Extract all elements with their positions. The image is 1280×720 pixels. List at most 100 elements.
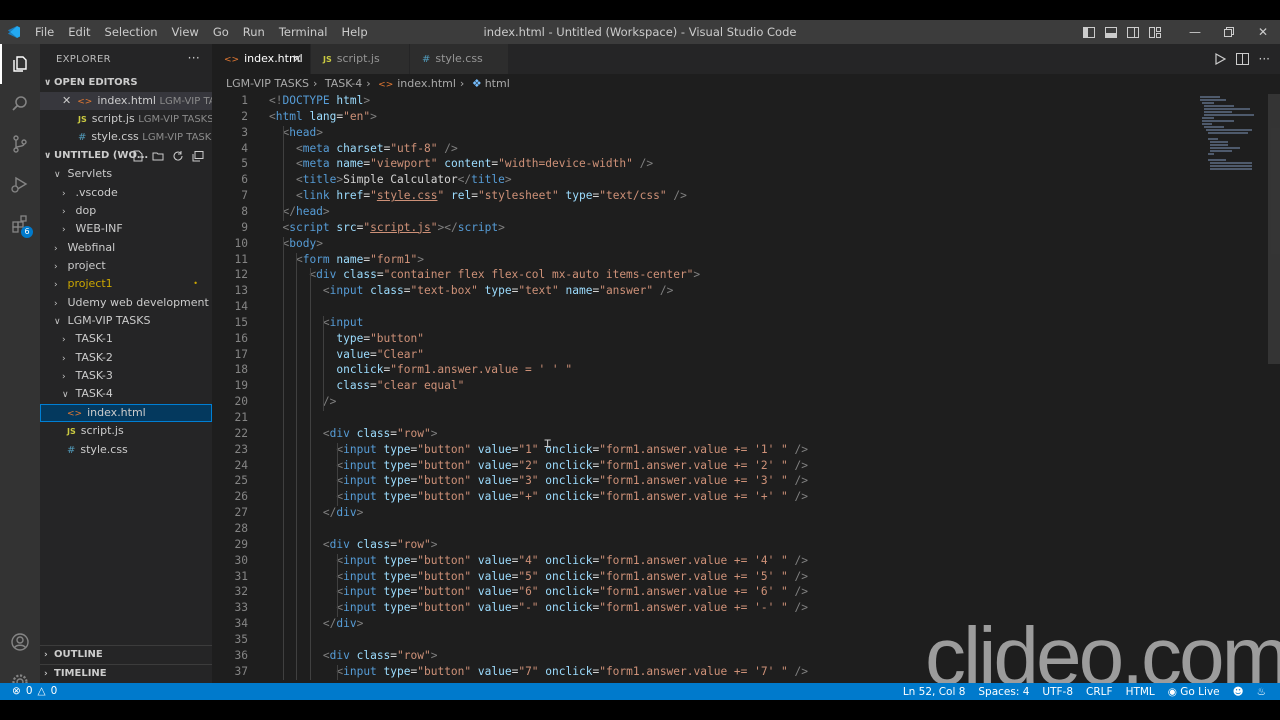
language-mode[interactable]: HTML	[1126, 686, 1155, 698]
customize-layout-icon[interactable]	[1144, 20, 1166, 44]
code-token: >	[430, 426, 438, 440]
split-editor-icon[interactable]	[1235, 50, 1249, 69]
explorer-icon[interactable]	[0, 44, 40, 84]
chevron-right-icon: ›	[44, 650, 48, 660]
menu-run[interactable]: Run	[236, 20, 272, 44]
tree-folder-task-4[interactable]: ∨ TASK-4	[40, 385, 212, 403]
menu-terminal[interactable]: Terminal	[272, 20, 335, 44]
error-icon: ⊗	[12, 685, 21, 697]
cursor-position[interactable]: Ln 52, Col 8	[903, 686, 966, 698]
code-token: "Clear"	[376, 347, 424, 361]
line-ending[interactable]: CRLF	[1086, 686, 1113, 698]
search-icon[interactable]	[0, 84, 40, 124]
line-number: 16	[234, 331, 248, 345]
open-editor-index-html[interactable]: ✕<>index.html LGM-VIP TA...	[40, 92, 212, 110]
open-editor-style-css[interactable]: #style.css LGM-VIP TASKS...	[40, 128, 212, 146]
scrollbar-thumb[interactable]	[1268, 94, 1280, 364]
code-token: "button"	[417, 442, 472, 456]
menu-view[interactable]: View	[165, 20, 206, 44]
toggle-panel-icon[interactable]	[1100, 20, 1122, 44]
tree-file-script-js[interactable]: JS script.js	[40, 422, 212, 440]
menu-selection[interactable]: Selection	[98, 20, 165, 44]
more-actions-icon[interactable]: ···	[1259, 52, 1270, 66]
tab-style-css[interactable]: # style.css	[410, 44, 508, 74]
open-editor-script-js[interactable]: JSscript.js LGM-VIP TASKS ...	[40, 110, 212, 128]
code-token: />	[794, 601, 809, 615]
minimize-icon[interactable]: —	[1178, 20, 1212, 44]
tree-folder-udemy[interactable]: › Udemy web development p...	[40, 294, 212, 312]
notifications-bell-icon[interactable]: ♨	[1257, 686, 1266, 698]
line-number: 34	[234, 617, 248, 631]
code-editor[interactable]: 1 2 3 4 5 6 7 8 9 10 11 12 13 14 15 16 17 18 19 20 21 22 23 24 2…	[212, 92, 1268, 683]
tree-folder-servlets[interactable]: ∨ Servlets	[40, 165, 212, 183]
outline-section-header[interactable]: › OUTLINE	[40, 645, 212, 663]
code-token: >	[417, 252, 425, 266]
extensions-icon[interactable]: 6	[0, 204, 40, 244]
more-actions-icon[interactable]: ···	[188, 51, 200, 65]
new-file-icon[interactable]	[130, 147, 146, 165]
toggle-sidebar-icon[interactable]	[1078, 20, 1100, 44]
refresh-icon[interactable]	[170, 147, 186, 165]
menu-help[interactable]: Help	[334, 20, 374, 44]
tree-folder-task-3[interactable]: › TASK-3	[40, 367, 212, 385]
feedback-icon[interactable]: ☻	[1233, 686, 1244, 698]
tree-folder-lgm-vip-tasks[interactable]: ∨ LGM-VIP TASKS	[40, 312, 212, 330]
code-token: />	[659, 284, 674, 298]
editor-scrollbar[interactable]	[1268, 94, 1280, 683]
restore-icon[interactable]	[1212, 20, 1246, 44]
css-file-icon: #	[78, 132, 87, 143]
tree-folder-project[interactable]: › project	[40, 257, 212, 275]
tab-script-js[interactable]: JS script.js	[311, 44, 409, 74]
menu-edit[interactable]: Edit	[61, 20, 97, 44]
html-file-icon: <>	[378, 80, 394, 90]
tree-folder-vscode[interactable]: › .vscode	[40, 184, 212, 202]
collapse-all-icon[interactable]	[190, 147, 206, 165]
run-debug-icon[interactable]	[0, 164, 40, 204]
code-token: value	[477, 490, 512, 504]
problems-indicator[interactable]: ⊗ 0 △ 0	[12, 683, 57, 700]
run-code-icon[interactable]	[1214, 50, 1226, 69]
breadcrumb-index-html[interactable]: index.html	[397, 77, 456, 90]
tree-folder-webfinal[interactable]: › Webfinal	[40, 239, 212, 257]
go-live-button[interactable]: ◉ Go Live	[1168, 686, 1220, 698]
tree-folder-web-inf[interactable]: › WEB-INF	[40, 220, 212, 238]
breadcrumb-task-4[interactable]: TASK-4	[325, 77, 362, 90]
indent-guide	[309, 268, 311, 681]
breadcrumb-lgm-vip-tasks[interactable]: LGM-VIP TASKS	[226, 77, 309, 90]
breadcrumb-html[interactable]: html	[485, 77, 510, 90]
tree-file-style-css[interactable]: # style.css	[40, 441, 212, 459]
code-token: <	[322, 426, 330, 440]
close-icon[interactable]: ✕	[1246, 20, 1280, 44]
close-tab-icon[interactable]: ✕	[292, 44, 302, 74]
timeline-section-header[interactable]: › TIMELINE	[40, 664, 212, 682]
code-token: />	[673, 189, 687, 203]
tree-folder-project1[interactable]: › project1 •	[40, 275, 212, 293]
minimap[interactable]	[1192, 94, 1256, 174]
encoding[interactable]: UTF-8	[1042, 686, 1073, 698]
indentation[interactable]: Spaces: 4	[978, 686, 1029, 698]
tree-folder-task-2[interactable]: › TASK-2	[40, 349, 212, 367]
workspace-header[interactable]: ∨ UNTITLED (WO...	[40, 147, 212, 165]
source-control-icon[interactable]	[0, 124, 40, 164]
tree-file-index-html[interactable]: <> index.html	[40, 404, 212, 422]
code-token: "form1"	[370, 252, 418, 266]
code-token: content	[444, 157, 492, 171]
toggle-secondary-sidebar-icon[interactable]	[1122, 20, 1144, 44]
tree-folder-task-1[interactable]: › TASK-1	[40, 330, 212, 348]
code-line: type="button"	[269, 332, 424, 345]
menu-file[interactable]: File	[28, 20, 61, 44]
tab-index-html[interactable]: <> index.html ✕	[212, 44, 310, 74]
close-editor-icon[interactable]: ✕	[62, 94, 71, 107]
menu-go[interactable]: Go	[206, 20, 236, 44]
open-editors-header[interactable]: ∨ OPEN EDITORS	[40, 74, 212, 92]
tree-folder-dop[interactable]: › dop	[40, 202, 212, 220]
account-icon[interactable]	[0, 622, 40, 662]
new-folder-icon[interactable]	[150, 147, 166, 165]
